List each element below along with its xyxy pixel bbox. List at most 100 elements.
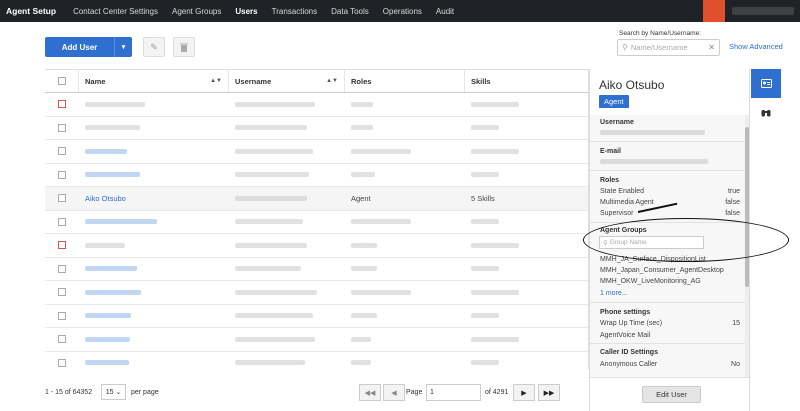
row-roles bbox=[345, 281, 465, 304]
add-user-button[interactable]: Add User ▾ bbox=[45, 37, 132, 57]
row-checkbox[interactable] bbox=[58, 170, 66, 179]
row-username-redacted bbox=[235, 101, 315, 107]
first-page-button[interactable]: ◀◀ bbox=[359, 384, 381, 401]
table-row[interactable] bbox=[45, 328, 588, 352]
row-skills bbox=[465, 211, 588, 234]
row-checkbox[interactable] bbox=[58, 335, 66, 344]
table-row[interactable] bbox=[45, 164, 588, 187]
select-all-checkbox[interactable] bbox=[57, 77, 66, 85]
row-skills bbox=[465, 258, 588, 281]
pencil-icon: ✎ bbox=[150, 41, 158, 52]
table-row[interactable]: Aiko Otsubo Agent 5 Skills bbox=[45, 187, 588, 211]
nav-audit[interactable]: Audit bbox=[429, 0, 461, 22]
row-checkbox-cell bbox=[45, 211, 79, 234]
row-checkbox[interactable] bbox=[58, 217, 66, 226]
row-checkbox-cell bbox=[45, 234, 79, 257]
row-name[interactable] bbox=[79, 211, 229, 234]
scrollbar-thumb[interactable] bbox=[745, 127, 749, 287]
row-username bbox=[229, 305, 345, 328]
row-name-link[interactable]: Aiko Otsubo bbox=[85, 194, 126, 203]
row-roles-redacted bbox=[351, 313, 377, 319]
table-row[interactable] bbox=[45, 211, 588, 234]
row-checkbox-cell bbox=[45, 281, 79, 304]
role-value: true bbox=[727, 188, 740, 195]
table-row[interactable] bbox=[45, 258, 588, 281]
row-name[interactable] bbox=[79, 328, 229, 351]
edit-user-button[interactable]: Edit User bbox=[642, 386, 701, 403]
row-name-redacted bbox=[85, 101, 145, 107]
row-checkbox[interactable] bbox=[58, 241, 66, 250]
row-checkbox[interactable] bbox=[58, 264, 66, 273]
delete-button[interactable] bbox=[173, 37, 195, 57]
table-row[interactable] bbox=[45, 117, 588, 140]
header-roles: Roles bbox=[345, 70, 465, 92]
binoculars-icon bbox=[761, 110, 771, 117]
row-name[interactable] bbox=[79, 164, 229, 187]
tab-binoculars[interactable] bbox=[751, 98, 781, 127]
agent-group-item: MMH_OKW_LiveMonitoring_AG bbox=[600, 278, 701, 285]
row-checkbox[interactable] bbox=[58, 194, 66, 203]
row-username bbox=[229, 352, 345, 370]
sort-icon: ▲▼ bbox=[326, 78, 338, 84]
header-username[interactable]: Username ▲▼ bbox=[229, 70, 345, 92]
row-name[interactable] bbox=[79, 281, 229, 304]
close-icon[interactable]: ✕ bbox=[708, 43, 715, 52]
row-roles bbox=[345, 93, 465, 116]
row-name[interactable] bbox=[79, 140, 229, 163]
row-name[interactable] bbox=[79, 258, 229, 281]
row-skills bbox=[465, 328, 588, 351]
row-roles-redacted bbox=[351, 266, 377, 272]
table-row[interactable] bbox=[45, 305, 588, 328]
row-name[interactable] bbox=[79, 305, 229, 328]
page-number-input[interactable]: 1 bbox=[426, 384, 481, 401]
last-page-button[interactable]: ▶▶ bbox=[538, 384, 560, 401]
panel-scrollbar[interactable] bbox=[745, 115, 749, 377]
add-user-label: Add User bbox=[61, 42, 98, 52]
nav-operations[interactable]: Operations bbox=[376, 0, 429, 22]
table-row[interactable] bbox=[45, 352, 588, 370]
table-row[interactable] bbox=[45, 234, 588, 258]
nav-transactions[interactable]: Transactions bbox=[265, 0, 325, 22]
nav-agent-groups[interactable]: Agent Groups bbox=[165, 0, 228, 22]
row-checkbox[interactable] bbox=[58, 147, 66, 156]
prev-page-button[interactable]: ◀ bbox=[383, 384, 405, 401]
nav-data-tools[interactable]: Data Tools bbox=[324, 0, 376, 22]
header-username-label: Username bbox=[235, 76, 272, 86]
avatar[interactable] bbox=[703, 0, 725, 22]
chevron-down-icon[interactable]: ▾ bbox=[114, 37, 132, 57]
row-username-redacted bbox=[235, 289, 317, 295]
role-row: Supervisor false bbox=[600, 210, 740, 217]
next-page-button[interactable]: ▶ bbox=[513, 384, 535, 401]
row-checkbox[interactable] bbox=[58, 311, 66, 320]
table-row[interactable] bbox=[45, 140, 588, 164]
table-row[interactable] bbox=[45, 93, 588, 117]
row-name[interactable]: Aiko Otsubo bbox=[79, 187, 229, 210]
side-tabs bbox=[751, 69, 781, 411]
row-checkbox[interactable] bbox=[58, 123, 66, 132]
row-roles bbox=[345, 164, 465, 187]
user-menu[interactable] bbox=[732, 7, 794, 15]
row-name-redacted bbox=[85, 313, 131, 319]
per-page-select[interactable]: 15 ⌄ bbox=[101, 384, 126, 400]
table-row[interactable] bbox=[45, 281, 588, 305]
row-checkbox[interactable] bbox=[58, 288, 66, 297]
row-username bbox=[229, 328, 345, 351]
group-search-input[interactable]: ⚲ Group Name bbox=[599, 236, 704, 249]
row-skills-redacted bbox=[471, 101, 519, 107]
show-advanced-link[interactable]: Show Advanced bbox=[729, 42, 783, 51]
sort-icon: ▲▼ bbox=[210, 78, 222, 84]
nav-contact-center-settings[interactable]: Contact Center Settings bbox=[66, 0, 165, 22]
row-checkbox[interactable] bbox=[58, 100, 66, 109]
tab-user-card[interactable] bbox=[751, 69, 781, 98]
row-username-redacted bbox=[235, 125, 307, 131]
first-page-icon: ◀◀ bbox=[364, 389, 376, 397]
row-name[interactable] bbox=[79, 352, 229, 370]
header-name[interactable]: Name ▲▼ bbox=[79, 70, 229, 92]
more-groups-link[interactable]: 1 more... bbox=[600, 290, 628, 297]
search-input[interactable]: ⚲ Name/Username ✕ bbox=[617, 39, 720, 56]
row-name-redacted bbox=[85, 360, 129, 366]
next-page-icon: ▶ bbox=[521, 389, 527, 397]
edit-button[interactable]: ✎ bbox=[143, 37, 165, 57]
nav-users[interactable]: Users bbox=[228, 0, 264, 22]
row-checkbox[interactable] bbox=[58, 358, 66, 367]
